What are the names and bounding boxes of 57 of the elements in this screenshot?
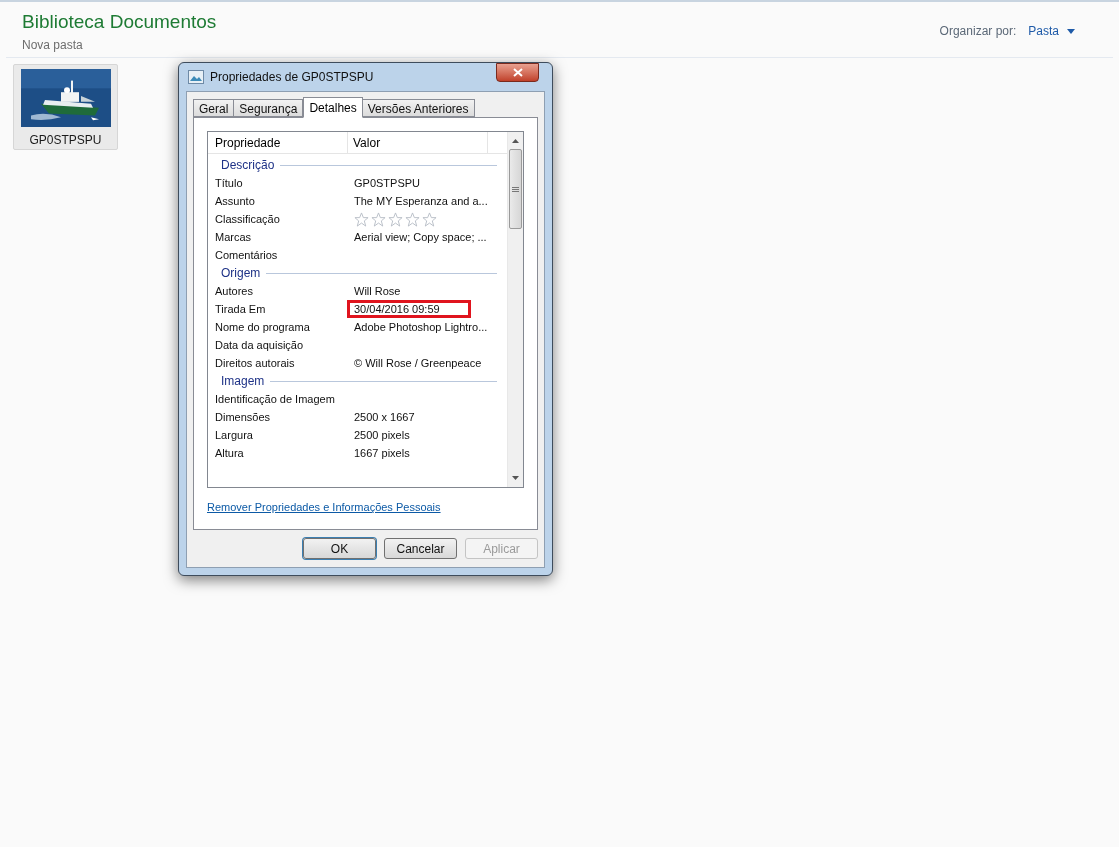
property-name: Autores xyxy=(214,283,254,299)
property-name: Identificação de Imagem xyxy=(214,391,336,407)
library-title: Biblioteca Documentos xyxy=(22,10,217,34)
dialog-button[interactable]: Cancelar xyxy=(384,538,457,559)
property-name: Título xyxy=(214,175,244,191)
property-name: Direitos autorais xyxy=(214,355,296,371)
folder-subtitle: Nova pasta xyxy=(22,37,84,54)
scroll-up-icon[interactable] xyxy=(512,139,519,143)
tab[interactable]: Geral xyxy=(193,99,235,117)
file-name: GP0STPSPU xyxy=(29,132,102,149)
star-icon[interactable] xyxy=(354,211,369,227)
property-name: Assunto xyxy=(214,193,256,209)
star-icon[interactable] xyxy=(422,211,437,227)
property-value: The MY Esperanza and a... xyxy=(354,193,488,209)
arrange-label: Organizar por: xyxy=(939,23,1017,40)
property-value: Adobe Photoshop Lightro... xyxy=(354,319,488,335)
property-name: Marcas xyxy=(214,229,253,245)
remove-properties-link[interactable]: Remover Propriedades e Informações Pessoais xyxy=(207,499,441,516)
scroll-thumb[interactable] xyxy=(509,149,522,229)
grip-icon xyxy=(512,186,519,192)
arrange-dropdown[interactable]: Pasta xyxy=(1028,22,1075,40)
close-button[interactable] xyxy=(496,63,539,82)
property-name: Data da aquisição xyxy=(214,337,305,353)
property-value: GP0STPSPU xyxy=(354,175,421,191)
property-name: Comentários xyxy=(214,247,279,263)
close-icon xyxy=(512,68,523,77)
property-name: Dimensões xyxy=(214,409,272,425)
section-heading: Descrição xyxy=(221,157,275,174)
dialog-button[interactable]: OK xyxy=(303,538,376,559)
star-icon[interactable] xyxy=(388,211,403,227)
column-header[interactable]: Propriedade xyxy=(208,132,348,153)
column-header[interactable]: Valor xyxy=(348,132,488,153)
tab[interactable]: Segurança xyxy=(233,99,304,117)
property-name: Altura xyxy=(214,445,245,461)
caret-icon xyxy=(1067,28,1075,34)
property-name: Tirada Em xyxy=(214,301,267,317)
star-icon[interactable] xyxy=(405,211,420,227)
dialog-title: Propriedades de GP0STPSPU xyxy=(210,69,374,86)
property-value: Aerial view; Copy space; ... xyxy=(354,229,487,245)
star-icon[interactable] xyxy=(371,211,386,227)
property-value: 2500 x 1667 xyxy=(354,409,415,425)
tab[interactable]: Detalhes xyxy=(303,97,363,118)
property-value: 2500 pixels xyxy=(354,427,410,443)
section-heading: Origem xyxy=(221,265,261,282)
property-value: 30/04/2016 09:59 xyxy=(354,301,440,317)
property-value: © Will Rose / Greenpeace xyxy=(354,355,482,371)
property-value: Will Rose xyxy=(354,283,401,299)
scroll-down-icon[interactable] xyxy=(512,476,519,480)
property-name: Largura xyxy=(214,427,254,443)
section-heading: Imagem xyxy=(221,373,265,390)
property-name: Classificação xyxy=(214,211,281,227)
tab[interactable]: Versões Anteriores xyxy=(361,99,475,117)
image-file-icon xyxy=(188,70,204,84)
property-value: 1667 pixels xyxy=(354,445,410,461)
scrollbar[interactable] xyxy=(507,132,523,487)
file-tile[interactable]: GP0STPSPU xyxy=(13,64,118,150)
property-name: Nome do programa xyxy=(214,319,311,335)
